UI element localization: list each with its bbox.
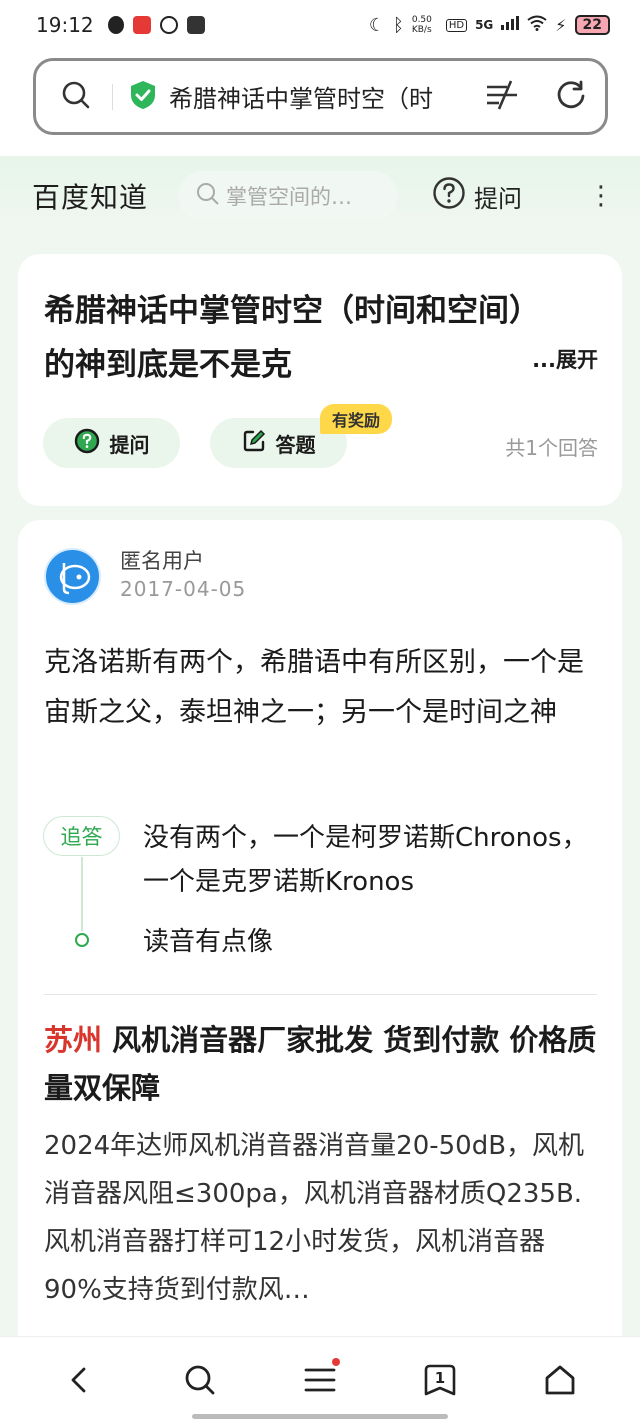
search-button[interactable]	[170, 1350, 230, 1410]
question-actions: 提问 答题 有奖励	[43, 404, 393, 468]
zhidao-search-input[interactable]: 掌管空间的…	[178, 171, 399, 221]
battery-indicator: 22	[574, 15, 610, 35]
more-options-icon[interactable]: ⋮	[588, 181, 614, 211]
zhidao-header: 百度知道 掌管空间的… 提问 ⋮	[0, 156, 640, 236]
question-circle-icon	[432, 176, 466, 216]
ad-description[interactable]: 2024年达师风机消音器消音量20-50dB，风机消音器风阻≤300pa，风机消…	[44, 1122, 597, 1314]
ask-button-label: 提问	[109, 432, 150, 457]
search-icon[interactable]	[60, 79, 92, 115]
status-right-group: ☾ ᛒ 0.50 KB/s HD 5G ⚡ 22	[369, 15, 610, 36]
net-speed: 0.50 KB/s	[411, 15, 432, 35]
browser-toolbar: 希腊神话中掌管时空（时	[0, 50, 640, 156]
ask-question-button[interactable]: 提问	[432, 176, 522, 216]
ad-title-text: 风机消音器厂家批发 货到付款 价格质量双保障	[44, 1023, 597, 1105]
message-icon	[186, 16, 205, 34]
ad-city: 苏州	[44, 1023, 103, 1057]
user-name: 匿名用户	[120, 549, 204, 573]
home-indicator	[192, 1414, 448, 1419]
secure-shield-icon	[129, 80, 157, 114]
question-card: 希腊神话中掌管时空（时间和空间）的神到底是不是克 ...展开 提问 答题 有奖励…	[18, 254, 622, 506]
question-circle-icon	[74, 428, 100, 459]
moon-icon: ☾	[368, 14, 386, 36]
app-notification-icon	[132, 16, 151, 34]
expand-link[interactable]: ...展开	[532, 344, 598, 374]
ask-button[interactable]: 提问	[43, 418, 180, 468]
followup-tag: 追答	[43, 816, 120, 856]
menu-icon	[304, 1368, 336, 1392]
tabs-button[interactable]: 1	[410, 1350, 470, 1410]
notification-dot	[332, 1358, 340, 1366]
answer-card: 匿名用户 2017-04-05 克洛诺斯有两个，希腊语中有所区别，一个是宙斯之父…	[18, 520, 622, 1340]
search-icon	[185, 1365, 215, 1395]
url-text[interactable]: 希腊神话中掌管时空（时	[169, 79, 467, 114]
followup-timeline-dot	[75, 933, 89, 947]
edit-icon	[242, 429, 266, 458]
chevron-left-icon	[71, 1367, 86, 1393]
refresh-icon[interactable]	[555, 79, 587, 115]
address-bar[interactable]: 希腊神话中掌管时空（时	[33, 58, 608, 135]
back-button[interactable]	[50, 1350, 110, 1410]
followup-text: 没有两个，一个是柯罗诺斯Chronos，一个是克罗诺斯Kronos	[143, 823, 588, 897]
answer-button[interactable]: 答题 有奖励	[210, 404, 393, 468]
followup-text-2: 读音有点像	[143, 927, 274, 957]
answer-count: 共1个回答	[505, 436, 598, 460]
answer-date: 2017-04-05	[120, 577, 247, 601]
ad-title[interactable]: 苏州 风机消音器厂家批发 货到付款 价格质量双保障	[44, 1016, 604, 1112]
bluetooth-icon: ᛒ	[393, 14, 404, 36]
bottom-nav: 1	[0, 1336, 640, 1423]
search-placeholder: 掌管空间的…	[226, 185, 353, 209]
link-app-icon	[159, 16, 178, 34]
hd-badge: HD	[445, 18, 468, 32]
signal-bars-icon	[501, 16, 520, 34]
status-time: 19:12	[36, 13, 94, 37]
divider	[44, 994, 597, 995]
reward-badge: 有奖励	[320, 404, 393, 434]
anonymous-avatar-icon	[59, 562, 90, 594]
text-format-icon[interactable]	[485, 79, 519, 115]
home-icon	[545, 1365, 575, 1395]
question-title[interactable]: 希腊神话中掌管时空（时间和空间）的神到底是不是克	[44, 284, 564, 392]
qq-icon	[107, 16, 124, 34]
tabs-count: 1	[434, 1369, 446, 1387]
ask-label: 提问	[474, 184, 523, 213]
url-divider	[112, 83, 113, 110]
wifi-icon	[527, 15, 547, 35]
avatar[interactable]	[44, 548, 101, 605]
search-icon	[196, 182, 220, 211]
answer-button-label: 答题	[275, 432, 316, 457]
followup-timeline-line	[81, 857, 83, 931]
charging-icon: ⚡	[555, 15, 567, 35]
answer-body: 克洛诺斯有两个，希腊语中有所区别，一个是宙斯之父，泰坦神之一；另一个是时间之神	[44, 647, 584, 728]
menu-button[interactable]	[290, 1350, 350, 1410]
signal-5g: 5G	[475, 18, 494, 32]
zhidao-logo[interactable]: 百度知道	[32, 176, 148, 216]
home-button[interactable]	[530, 1350, 590, 1410]
status-bar: 19:12 ☾ ᛒ 0.50 KB/s HD 5G ⚡ 22	[0, 0, 640, 50]
